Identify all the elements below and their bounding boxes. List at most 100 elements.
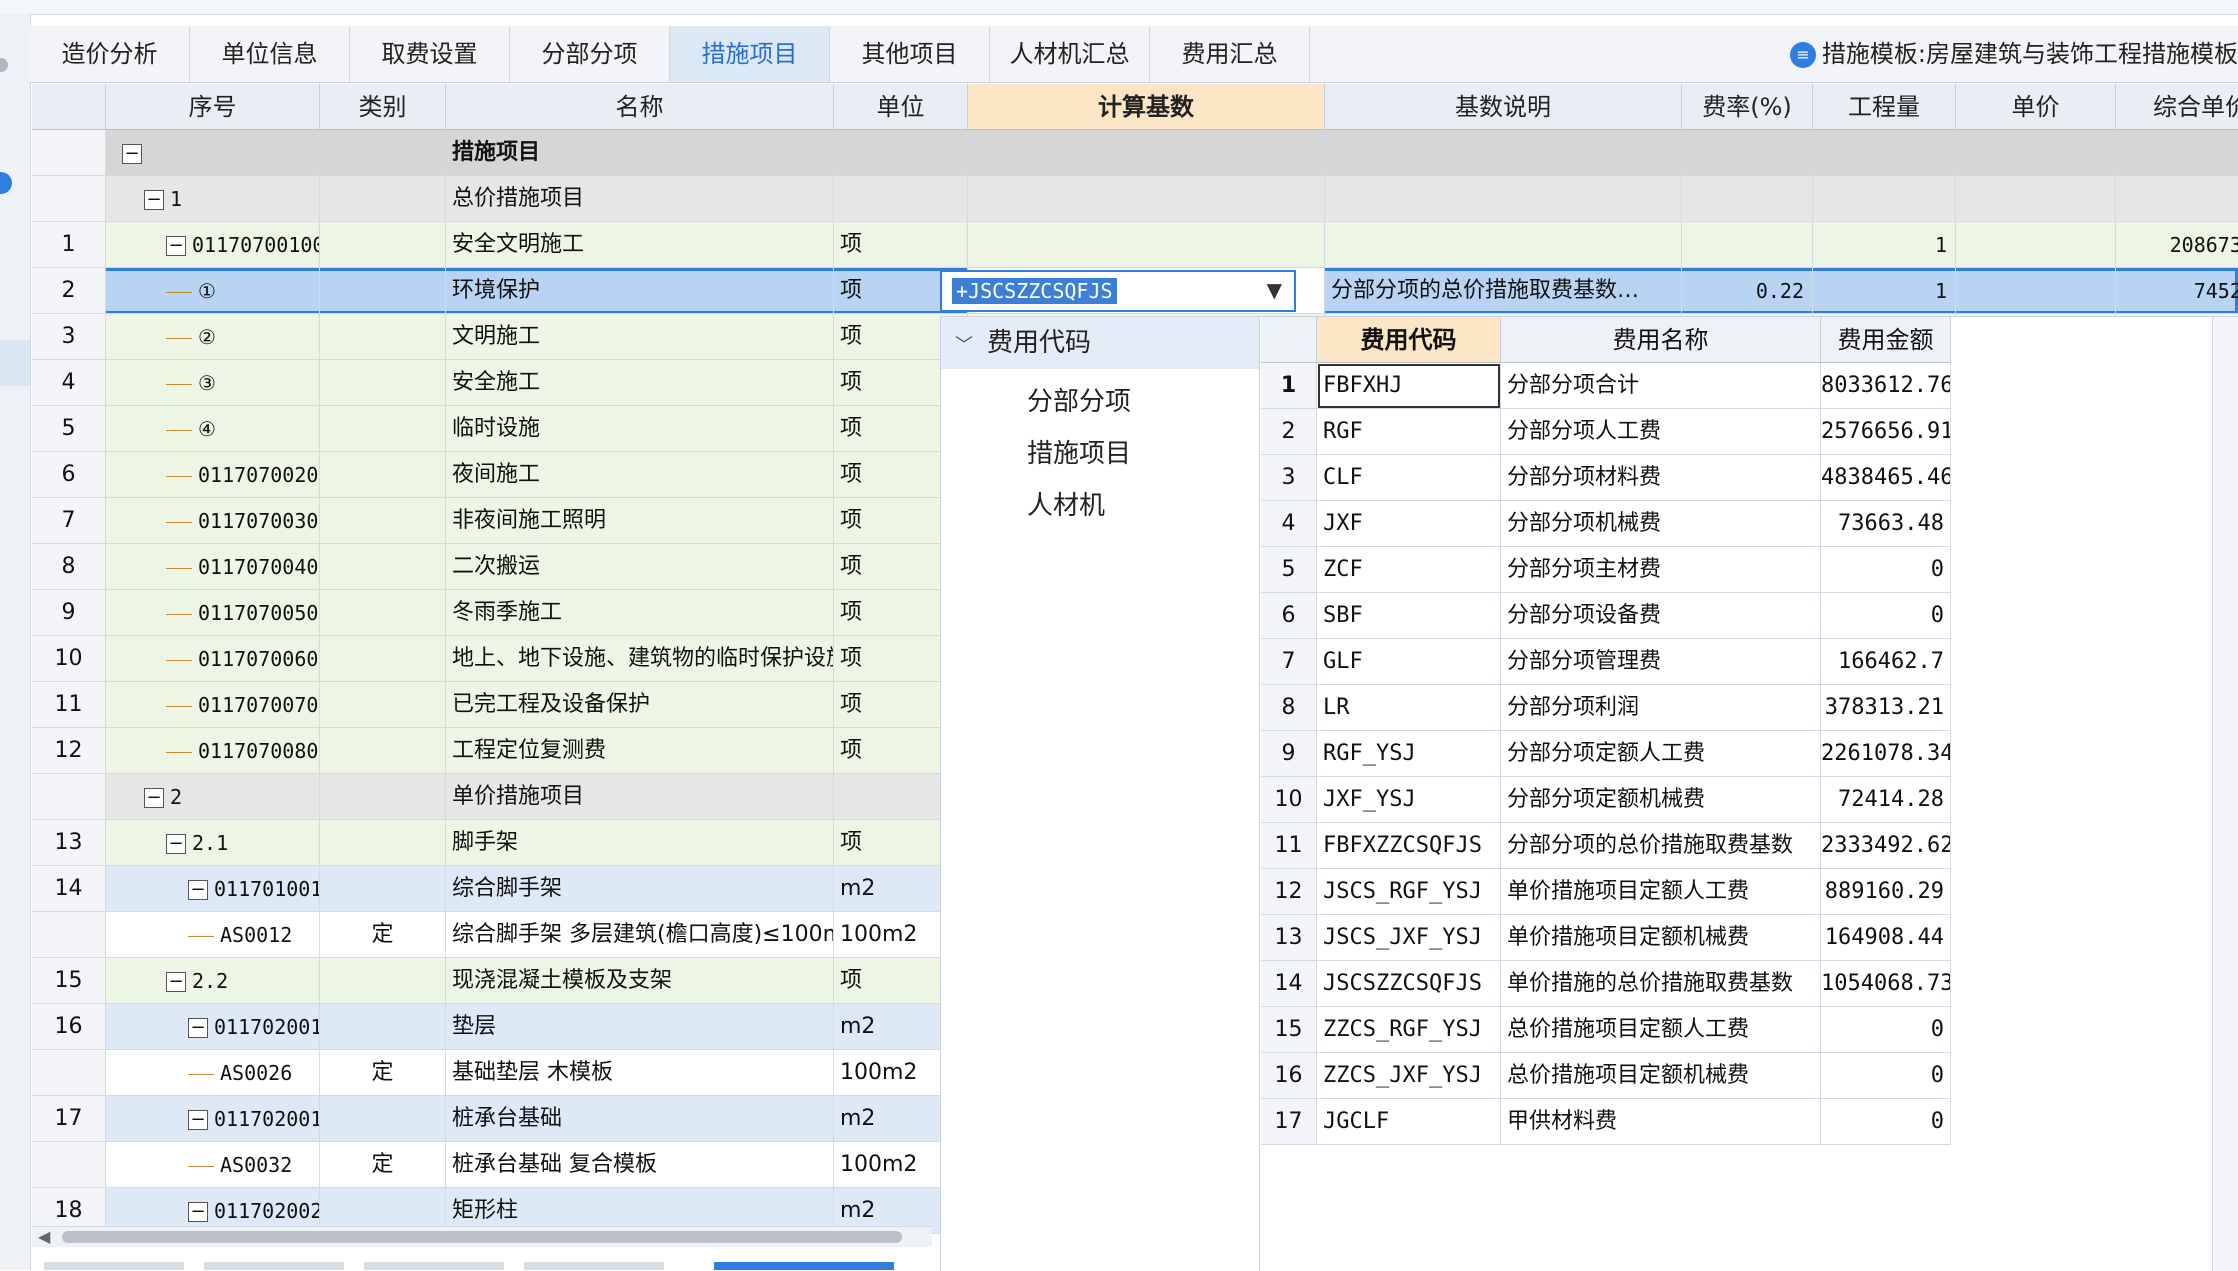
cell-name[interactable]: 环境保护 <box>446 268 834 314</box>
collapse-toggle-icon[interactable]: − <box>166 972 186 992</box>
info-dot-icon[interactable] <box>0 172 12 194</box>
cell-code[interactable]: AS0026 <box>106 1050 320 1096</box>
cell-name[interactable]: 现浇混凝土模板及支架 <box>446 958 834 1004</box>
cell-qty[interactable]: 1 <box>1813 222 1956 268</box>
cell-code[interactable]: − <box>106 130 320 176</box>
fee-code[interactable]: RGF_YSJ <box>1317 731 1501 777</box>
cell-name[interactable]: 安全文明施工 <box>446 222 834 268</box>
cell-type[interactable] <box>320 360 446 406</box>
dropdown-arrow-icon[interactable]: ▼ <box>1267 278 1282 302</box>
fee-code[interactable]: JXF <box>1317 501 1501 547</box>
fee-amount[interactable]: 166462.7 <box>1821 639 1951 685</box>
cell-base[interactable] <box>968 130 1325 176</box>
cell-name[interactable]: 基础垫层 木模板 <box>446 1050 834 1096</box>
fee-name[interactable]: 分部分项材料费 <box>1501 455 1821 501</box>
fee-amount[interactable]: 4838465.46 <box>1821 455 1951 501</box>
tab-4[interactable]: 分部分项 <box>510 26 670 82</box>
fee-code-row[interactable]: 7 GLF 分部分项管理费 166462.7 <box>1261 639 1951 685</box>
cell-total[interactable] <box>2116 176 2238 222</box>
cell-code[interactable]: −011702001… <box>106 1004 320 1050</box>
fee-amount[interactable]: 1054068.73 <box>1821 961 1951 1007</box>
fee-name[interactable]: 分部分项机械费 <box>1501 501 1821 547</box>
fee-code-row[interactable]: 15 ZZCS_RGF_YSJ 总价措施项目定额人工费 0 <box>1261 1007 1951 1053</box>
fee-code-row[interactable]: 2 RGF 分部分项人工费 2576656.91 <box>1261 409 1951 455</box>
cell-code[interactable]: AS0032 <box>106 1142 320 1188</box>
cell-type[interactable] <box>320 774 446 820</box>
cell-name[interactable]: 已完工程及设备保护 <box>446 682 834 728</box>
cell-type[interactable]: 定 <box>320 1050 446 1096</box>
cell-idx[interactable]: 16 <box>32 1004 106 1050</box>
cell-idx[interactable]: 12 <box>32 728 106 774</box>
fee-amount[interactable]: 72414.28 <box>1821 777 1951 823</box>
cell-qty[interactable] <box>1813 176 1956 222</box>
cell-qty[interactable] <box>1813 130 1956 176</box>
cell-type[interactable]: 定 <box>320 1142 446 1188</box>
cell-rate[interactable] <box>1682 176 1813 222</box>
cell-name[interactable]: 措施项目 <box>446 130 834 176</box>
cell-qty[interactable]: 1 <box>1813 268 1956 314</box>
tab-6[interactable]: 其他项目 <box>830 26 990 82</box>
fee-name[interactable]: 分部分项管理费 <box>1501 639 1821 685</box>
fee-amount[interactable]: 2333492.62 <box>1821 823 1951 869</box>
collapse-toggle-icon[interactable]: − <box>188 880 208 900</box>
fee-code-row[interactable]: 6 SBF 分部分项设备费 0 <box>1261 593 1951 639</box>
cell-rate[interactable]: 0.22 <box>1682 268 1813 314</box>
cell-type[interactable] <box>320 590 446 636</box>
column-header-total[interactable]: 综合单价 <box>2116 84 2238 130</box>
cell-idx[interactable]: 13 <box>32 820 106 866</box>
column-header-price[interactable]: 单价 <box>1956 84 2116 130</box>
fee-name[interactable]: 分部分项的总价措施取费基数 <box>1501 823 1821 869</box>
cell-idx[interactable]: 9 <box>32 590 106 636</box>
cell-idx[interactable]: 14 <box>32 866 106 912</box>
cell-idx[interactable] <box>32 1142 106 1188</box>
fee-code[interactable]: JGCLF <box>1317 1099 1501 1145</box>
fee-name[interactable]: 分部分项定额人工费 <box>1501 731 1821 777</box>
fee-name[interactable]: 分部分项设备费 <box>1501 593 1821 639</box>
fee-code[interactable]: SBF <box>1317 593 1501 639</box>
fee-code-row[interactable]: 17 JGCLF 甲供材料费 0 <box>1261 1099 1951 1145</box>
category-item[interactable]: 人材机 <box>1027 483 1105 529</box>
cell-total[interactable]: 7452.63 <box>2116 268 2238 314</box>
cell-name[interactable]: 工程定位复测费 <box>446 728 834 774</box>
category-item[interactable]: 措施项目 <box>1027 431 1131 477</box>
fee-code-row[interactable]: 10 JXF_YSJ 分部分项定额机械费 72414.28 <box>1261 777 1951 823</box>
fee-amount[interactable]: 0 <box>1821 1099 1951 1145</box>
cell-type[interactable] <box>320 682 446 728</box>
cell-type[interactable]: 定 <box>320 912 446 958</box>
horizontal-scrollbar[interactable]: ◀ <box>32 1226 932 1247</box>
bottom-tab[interactable] <box>204 1262 344 1270</box>
table-row[interactable]: −1 总价措施项目 <box>32 176 2238 222</box>
column-header-unit[interactable]: 单位 <box>834 84 968 130</box>
tab-7[interactable]: 人材机汇总 <box>990 26 1150 82</box>
cell-code[interactable]: −1 <box>106 176 320 222</box>
fee-code[interactable]: JSCS_RGF_YSJ <box>1317 869 1501 915</box>
bottom-tab[interactable] <box>44 1262 184 1270</box>
cell-price[interactable] <box>1956 130 2116 176</box>
cell-type[interactable] <box>320 1096 446 1142</box>
cell-type[interactable] <box>320 314 446 360</box>
cell-code[interactable]: −2.2 <box>106 958 320 1004</box>
cell-desc[interactable] <box>1325 222 1682 268</box>
cell-name[interactable]: 临时设施 <box>446 406 834 452</box>
fee-name[interactable]: 单价措施项目定额人工费 <box>1501 869 1821 915</box>
cell-base[interactable] <box>968 176 1325 222</box>
fee-amount[interactable]: 164908.44 <box>1821 915 1951 961</box>
fee-code[interactable]: JSCSZZCSQFJS <box>1317 961 1501 1007</box>
fee-code-row[interactable]: 9 RGF_YSJ 分部分项定额人工费 2261078.34 <box>1261 731 1951 777</box>
cell-type[interactable] <box>320 866 446 912</box>
fee-amount[interactable]: 889160.29 <box>1821 869 1951 915</box>
fee-code-row[interactable]: 14 JSCSZZCSQFJS 单价措施的总价措施取费基数 1054068.73 <box>1261 961 1951 1007</box>
cell-idx[interactable]: 5 <box>32 406 106 452</box>
table-row[interactable]: 1−011707001001安全文明施工项1208673.78 <box>32 222 2238 268</box>
cell-unit[interactable] <box>834 130 968 176</box>
cell-type[interactable] <box>320 176 446 222</box>
cell-idx[interactable]: 4 <box>32 360 106 406</box>
cell-name[interactable]: 单价措施项目 <box>446 774 834 820</box>
cell-base[interactable] <box>968 222 1325 268</box>
fee-code-row[interactable]: 1 FBFXHJ 分部分项合计 8033612.76 <box>1261 363 1951 409</box>
collapse-toggle-icon[interactable]: − <box>188 1202 208 1222</box>
fee-name[interactable]: 甲供材料费 <box>1501 1099 1821 1145</box>
measure-template-label[interactable]: ≡ 措施模板:房屋建筑与装饰工程措施模板 <box>1789 26 2238 82</box>
fee-name[interactable]: 分部分项定额机械费 <box>1501 777 1821 823</box>
collapse-toggle-icon[interactable]: − <box>166 834 186 854</box>
